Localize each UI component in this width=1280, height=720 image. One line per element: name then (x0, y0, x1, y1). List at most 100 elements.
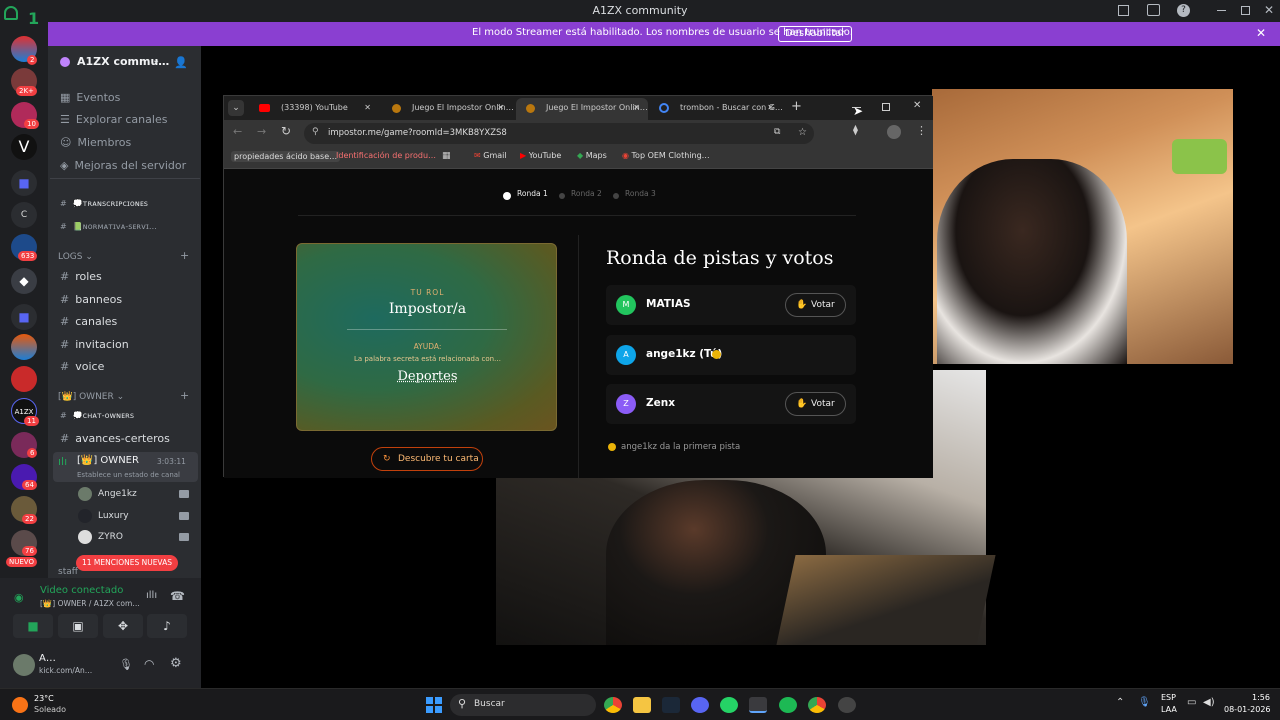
server-icon[interactable]: C (11, 202, 37, 228)
server-icon[interactable]: ◆ (11, 268, 37, 294)
server-icon[interactable]: V (11, 134, 37, 160)
weather-temp[interactable]: 23°C (34, 694, 54, 703)
channel-roles[interactable]: # roles (60, 270, 102, 283)
discord-icon[interactable] (691, 697, 709, 713)
inbox-icon[interactable] (1118, 5, 1129, 16)
app-icon[interactable] (838, 697, 856, 713)
voice-channel-path[interactable]: [👑] OWNER / A1ZX com… (40, 599, 140, 608)
channel-chat-owners[interactable]: # 💭ᴄʜᴀᴛ-ᴏᴡɴᴇʀs (60, 411, 134, 420)
network-icon[interactable]: ▭ (1187, 697, 1196, 708)
disable-streamer-button[interactable]: Deshabilitar (778, 26, 853, 42)
tab-google[interactable]: trombon - Buscar con G… ✕ (650, 98, 783, 120)
noise-suppression-icon[interactable]: ıllı (146, 590, 157, 601)
mentions-pill[interactable]: 11 MENCIONES NUEVAS (76, 555, 178, 571)
bookmark-oem[interactable]: ◉ Top OEM Clothing… (622, 151, 710, 160)
tab-impostor-active[interactable]: Juego El Impostor Onlin… ✕ (516, 98, 648, 120)
close-tab-icon[interactable]: ✕ (497, 98, 504, 118)
chevron-down-icon[interactable]: ⌄ (152, 55, 160, 66)
bookmark-item[interactable]: Identificación de produ… (336, 151, 436, 160)
add-channel-icon[interactable]: + (180, 389, 189, 402)
bookmark-youtube[interactable]: ▶ YouTube (520, 151, 561, 160)
reload-icon[interactable]: ↻ (281, 124, 291, 138)
category-staff[interactable]: staff (58, 567, 78, 577)
channel-banneos[interactable]: # banneos (60, 293, 122, 306)
microphone-icon[interactable]: 🎙 (119, 658, 133, 671)
maximize-icon[interactable] (1241, 6, 1250, 15)
install-app-icon[interactable]: ⧉ (774, 127, 780, 137)
language-bottom[interactable]: LAA (1161, 705, 1177, 714)
add-member-icon[interactable]: 👤 (174, 56, 188, 69)
channel-voice[interactable]: # voice (60, 360, 104, 373)
activities-button[interactable]: ✥ (103, 614, 143, 638)
apps-grid-icon[interactable]: ▦ (442, 151, 451, 161)
minimize-icon[interactable] (1217, 10, 1226, 11)
file-explorer-icon[interactable] (633, 697, 651, 713)
new-pill[interactable]: NUEVO (6, 557, 37, 567)
soundboard-button[interactable]: ♪ (147, 614, 187, 638)
channel-invitacion[interactable]: # invitacion (60, 338, 129, 351)
weather-icon[interactable] (12, 697, 28, 713)
add-channel-icon[interactable]: + (180, 249, 189, 262)
gear-icon[interactable]: ⚙ (170, 656, 182, 671)
whatsapp-icon[interactable] (720, 697, 738, 713)
vote-button[interactable]: ✋ Votar (785, 293, 846, 317)
spotify-icon[interactable] (779, 697, 797, 713)
channel-transcripciones[interactable]: # 💭ᴛʀᴀɴsᴄʀɪᴘᴄɪᴏɴᴇs (60, 199, 148, 208)
menu-server-boosts[interactable]: ◈ Mejoras del servidor (60, 159, 186, 172)
url-text[interactable]: impostor.me/game?roomId=3MKB8YXZS8 (328, 128, 507, 138)
category-logs[interactable]: LOGS ⌄ (58, 252, 93, 262)
back-icon[interactable]: ← (233, 125, 242, 138)
maximize-icon[interactable] (882, 103, 890, 111)
close-icon[interactable]: ✕ (1264, 3, 1274, 17)
weather-desc[interactable]: Soleado (34, 705, 66, 714)
bookmark-item[interactable]: propiedades ácido base… (231, 151, 341, 162)
steam-icon[interactable] (662, 697, 680, 713)
chevron-up-icon[interactable]: ⌃ (1116, 697, 1124, 708)
reveal-card-button[interactable]: ↻ Descubre tu carta (371, 447, 483, 471)
chrome-icon[interactable] (604, 697, 622, 713)
friends-icon[interactable] (4, 6, 18, 20)
video-button[interactable]: ■ (13, 614, 53, 638)
volume-icon[interactable]: ◀) (1203, 697, 1215, 708)
windows-start-icon[interactable] (426, 697, 442, 713)
set-channel-status[interactable]: Establece un estado de canal (77, 471, 180, 479)
menu-events[interactable]: ▦ Eventos (60, 91, 120, 104)
banner-close-icon[interactable]: ✕ (1256, 26, 1266, 40)
disconnect-icon[interactable]: ☎ (170, 589, 185, 603)
close-tab-icon[interactable]: ✕ (633, 98, 640, 118)
address-bar[interactable]: ⚲ impostor.me/game?roomId=3MKB8YXZS8 ☆ ⧉ (304, 123, 814, 144)
menu-dots-icon[interactable]: ⋮ (916, 124, 927, 137)
avatar[interactable] (13, 654, 35, 676)
voice-user[interactable]: ZYRO (98, 532, 123, 542)
folder-icon[interactable]: ■ (11, 170, 37, 196)
voice-user[interactable]: Ange1kz (98, 489, 137, 499)
channel-normativa[interactable]: # 📗ɴᴏʀᴍᴀᴛɪᴠᴀ-sᴇʀᴠɪ… (60, 222, 157, 231)
folder-icon[interactable]: ■ (11, 304, 37, 330)
server-icon[interactable] (11, 366, 37, 392)
language-top[interactable]: ESP (1161, 693, 1176, 702)
screen-share-button[interactable]: ▣ (58, 614, 98, 638)
category-owner[interactable]: [👑] OWNER ⌄ (58, 392, 124, 402)
tab-impostor-1[interactable]: Juego El Impostor Onlin… ✕ (382, 98, 514, 120)
bookmark-gmail[interactable]: ✉ Gmail (474, 151, 507, 160)
vote-button[interactable]: ✋ Votar (785, 392, 846, 416)
server-icon[interactable] (11, 334, 37, 360)
bookmark-star-icon[interactable]: ☆ (798, 127, 807, 138)
streaming-app-icon[interactable] (749, 697, 767, 713)
tab-youtube[interactable]: (33398) YouTube ✕ (251, 98, 379, 120)
close-tab-icon[interactable]: ✕ (364, 98, 371, 118)
tab-search-icon[interactable]: ⌄ (228, 100, 244, 116)
profile-avatar[interactable] (887, 125, 901, 139)
search-box[interactable]: ⚲ Buscar (450, 694, 596, 716)
channel-canales[interactable]: # canales (60, 315, 117, 328)
chrome-icon[interactable] (808, 697, 826, 713)
channel-avances-certeros[interactable]: # avances-certeros (60, 432, 170, 445)
bookmark-maps[interactable]: ◆ Maps (577, 151, 607, 160)
voice-channel-owner[interactable]: ılı [👑] OWNER 3:03:11 Establece un estad… (53, 452, 198, 482)
forward-icon[interactable]: → (257, 125, 266, 138)
extensions-icon[interactable]: ⧫ (853, 125, 858, 136)
clock-time[interactable]: 1:56 (1252, 693, 1270, 702)
close-tab-icon[interactable]: ✕ (767, 98, 774, 118)
site-info-icon[interactable]: ⚲ (312, 127, 319, 137)
voice-user[interactable]: Luxury (98, 511, 129, 521)
